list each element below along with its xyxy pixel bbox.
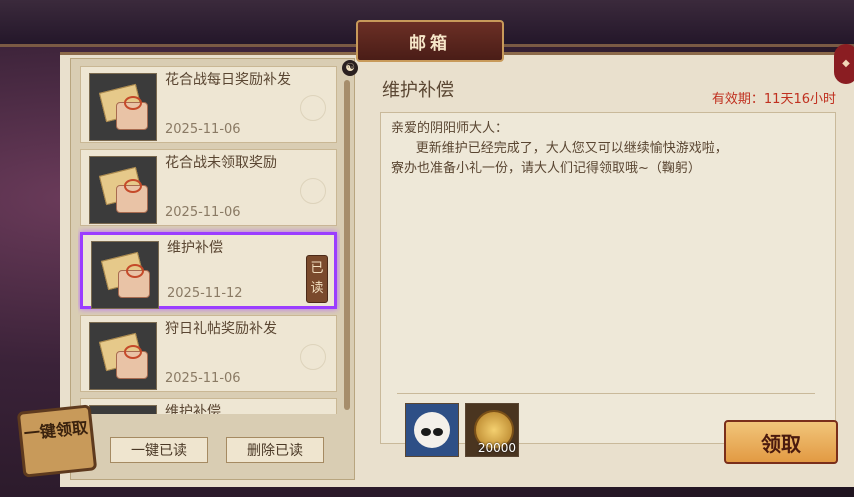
read-all-button[interactable]: 一键已读 xyxy=(110,437,208,463)
mail-date: 2025-11-06 xyxy=(165,205,241,220)
mail-title: 维护补偿 xyxy=(167,240,223,256)
mail-title: 维护补偿 xyxy=(165,404,221,414)
mail-gift-icon xyxy=(89,73,157,141)
mail-title: 狩日礼帖奖励补发 xyxy=(165,321,277,337)
mail-list[interactable]: 花合战每日奖励补发 2025-11-06 花合战未领取奖励 2025-11-06… xyxy=(78,66,340,414)
mail-item[interactable]: 狩日礼帖奖励补发 2025-11-06 xyxy=(80,315,337,392)
mail-gift-icon xyxy=(89,322,157,390)
divider xyxy=(397,393,815,394)
mail-item[interactable]: 花合战未领取奖励 2025-11-06 xyxy=(80,149,337,226)
mail-detail: 维护补偿 有效期：11天16小时 亲爱的阴阳师大人： 更新维护已经完成了，大人您… xyxy=(368,58,848,478)
delete-read-button[interactable]: 删除已读 xyxy=(226,437,324,463)
mail-list-scrollbar[interactable] xyxy=(344,80,350,410)
seal-mark-icon xyxy=(300,95,326,121)
mail-gift-icon xyxy=(91,241,159,309)
mail-item[interactable]: 维护补偿 xyxy=(80,398,337,414)
mail-item-selected[interactable]: 维护补偿 2025-11-12 已读 xyxy=(80,232,337,309)
seal-mark-icon xyxy=(300,178,326,204)
shikigami-face-icon xyxy=(414,412,450,448)
reward-item-shikigami[interactable] xyxy=(405,403,459,457)
read-tag: 已读 xyxy=(306,255,328,303)
mail-item[interactable]: 花合战每日奖励补发 2025-11-06 xyxy=(80,66,337,143)
mail-date: 2025-11-12 xyxy=(167,286,243,301)
scroll-toggle-icon[interactable]: ☯ xyxy=(342,60,358,76)
claim-button[interactable]: 领取 xyxy=(724,420,838,464)
window-title: 邮箱 xyxy=(356,20,504,62)
mail-content: 亲爱的阴阳师大人： 更新维护已经完成了，大人您又可以继续愉快游戏啦， 寮办也准备… xyxy=(391,121,728,176)
expiry-text: 有效期：11天16小时 xyxy=(711,92,836,107)
mail-date: 2025-11-06 xyxy=(165,371,241,386)
claim-all-button[interactable]: 一键领取 xyxy=(16,404,98,478)
mail-content-box: 亲爱的阴阳师大人： 更新维护已经完成了，大人您又可以继续愉快游戏啦， 寮办也准备… xyxy=(380,112,836,457)
mail-title: 花合战每日奖励补发 xyxy=(165,72,291,88)
reward-quantity: 20000 xyxy=(477,441,516,455)
reward-item-gold[interactable]: 20000 xyxy=(465,403,519,457)
mail-gift-icon xyxy=(89,405,157,414)
seal-mark-icon xyxy=(300,344,326,370)
close-tab-icon[interactable]: ◆ xyxy=(834,44,854,84)
mail-subject: 维护补偿 xyxy=(382,80,454,101)
mail-title: 花合战未领取奖励 xyxy=(165,155,277,171)
mail-date: 2025-11-06 xyxy=(165,122,241,137)
mail-gift-icon xyxy=(89,156,157,224)
